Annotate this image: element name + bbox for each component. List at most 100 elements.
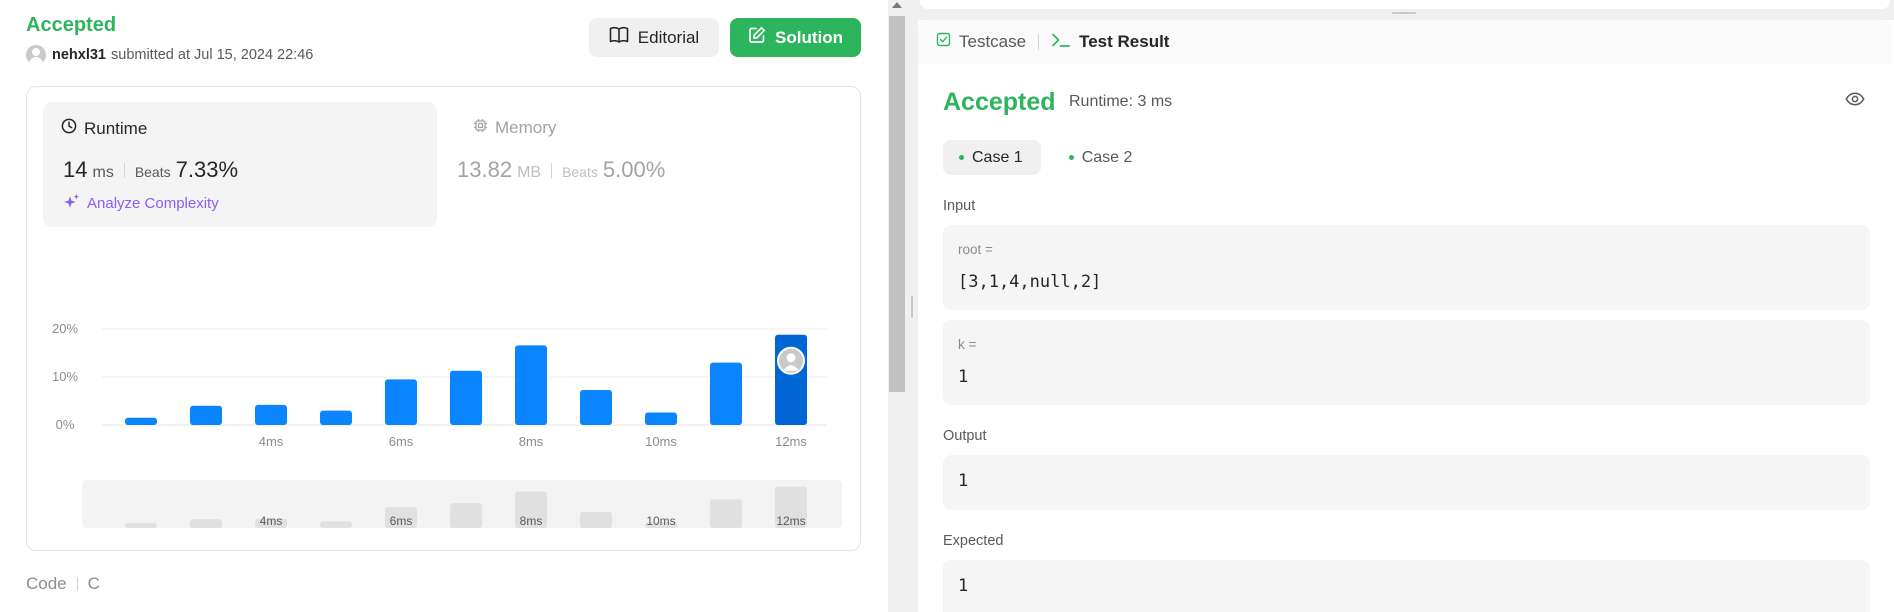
tab-case-1[interactable]: Case 1 [943,140,1041,175]
x-tick-label: 8ms [519,434,544,449]
runtime-distribution-chart[interactable]: 0% 10% 20% 4ms 6ms 8ms 10ms 12ms 4ms 6ms 8ms 10ms 12… [27,227,861,551]
code-label: Code [26,574,67,593]
panel-resize-handle[interactable] [906,0,918,612]
chart-bar[interactable] [645,412,677,425]
case-2-label: Case 2 [1081,148,1133,166]
overview-bar [320,521,352,528]
solution-button[interactable]: Solution [730,18,861,57]
app-root: Accepted nehxl31 submitted at Jul 15, 20… [0,0,1894,612]
terminal-icon [1051,32,1071,53]
input-k-field[interactable]: k = 1 [943,320,1870,405]
chart-bar[interactable] [190,405,222,425]
analyze-complexity-link[interactable]: Analyze Complexity [63,193,219,214]
overview-bar [710,499,742,528]
overview-bar [580,511,612,528]
x-tick-label: 4ms [259,434,284,449]
submission-status: Accepted [26,14,117,36]
submission-meta: nehxl31 submitted at Jul 15, 2024 22:46 [26,45,313,65]
passed-dot-icon [959,155,964,160]
divider [551,162,553,178]
left-panel-scrollbar[interactable] [888,0,906,612]
code-row: Code C [26,574,100,594]
input-root-field[interactable]: root = [3,1,4,null,2] [943,225,1870,310]
overview-tick-label: 6ms [390,514,413,528]
output-field[interactable]: 1 [943,455,1870,510]
output-value: 1 [958,471,969,491]
submission-panel: Accepted nehxl31 submitted at Jul 15, 20… [0,0,888,612]
expected-field[interactable]: 1 [943,560,1870,612]
runtime-unit: ms [92,164,114,181]
x-tick-label: 12ms [775,434,807,449]
input-root-name: root = [958,242,993,257]
overview-bar [450,503,482,528]
test-result-panel: Testcase Test Result Accepted Runtime: 3… [918,20,1892,612]
edit-icon [748,26,766,49]
memory-value: 13.82 [457,157,513,182]
divider [123,162,125,178]
eye-icon[interactable] [1845,92,1865,111]
x-tick-label: 6ms [389,434,414,449]
input-root-value: [3,1,4,null,2] [958,272,1102,292]
memory-values: 13.82 MB Beats 5.00% [457,157,665,183]
memory-unit: MB [517,164,542,181]
chart-bar[interactable] [580,389,612,425]
solution-label: Solution [775,27,843,47]
horizontal-resize-grip-icon[interactable] [1392,12,1416,14]
case-1-label: Case 1 [972,148,1023,166]
avatar[interactable] [26,45,46,65]
overview-tick-label: 12ms [776,514,805,528]
expected-value: 1 [958,576,969,596]
tab-case-2[interactable]: Case 2 [1053,140,1151,175]
case-tabs: Case 1 Case 2 [943,140,1150,175]
runtime-beats-label: Beats [134,164,171,180]
runtime-box[interactable]: Runtime 14 ms Beats 7.33% Analyze Comple… [43,102,437,227]
runtime-values: 14 ms Beats 7.33% [63,157,238,183]
code-editor-panel-edge [920,0,1890,9]
submitted-at: submitted at Jul 15, 2024 22:46 [111,47,314,63]
memory-beats-value: 5.00% [602,157,666,182]
chart-bar[interactable] [710,362,742,425]
editorial-button[interactable]: Editorial [589,18,719,57]
analyze-label: Analyze Complexity [87,195,219,212]
memory-label: Memory [495,118,557,137]
scroll-up-arrow-icon[interactable] [892,2,902,8]
tab-testcase-label: Testcase [959,32,1027,51]
tab-testcase[interactable]: Testcase [936,32,1026,52]
tab-test-result-label: Test Result [1079,32,1170,51]
x-tick-label: 10ms [645,434,677,449]
runtime-value: 14 [63,157,88,182]
input-k-value: 1 [958,367,969,387]
book-icon [609,26,629,49]
memory-beats-label: Beats [562,164,598,180]
chart-bar[interactable] [320,410,352,425]
resize-grip-icon [911,296,913,318]
scrollbar-thumb[interactable] [889,16,905,392]
avatar-head [786,353,796,363]
memory-box[interactable]: Memory 13.82 MB Beats 5.00% [455,102,845,227]
overview-tick-label: 8ms [520,514,543,528]
chip-icon [473,118,488,138]
chart-bar[interactable] [515,345,547,425]
runtime-beats-value: 7.33% [175,157,239,182]
checkbox-icon [936,32,951,52]
overview-tick-label: 10ms [646,514,675,528]
overview-tick-label: 4ms [260,514,283,528]
y-tick-label: 10% [52,369,78,384]
chart-bar[interactable] [125,417,157,425]
tab-test-result[interactable]: Test Result [1051,32,1169,53]
chart-bar[interactable] [385,379,417,425]
input-label: Input [943,198,976,214]
result-status: Accepted [943,88,1056,116]
memory-header: Memory [473,118,556,138]
expected-label: Expected [943,533,1004,549]
top-panel-edge [918,0,1894,20]
chart-bar[interactable] [450,370,482,425]
overview-bar [190,519,222,528]
output-label: Output [943,428,987,444]
y-tick-label: 0% [56,417,75,432]
input-k-name: k = [958,337,977,352]
username-link[interactable]: nehxl31 [52,47,106,63]
runtime-header: Runtime [61,118,147,139]
console-tab-bar: Testcase Test Result [918,20,1892,64]
chart-bar[interactable] [255,404,287,425]
